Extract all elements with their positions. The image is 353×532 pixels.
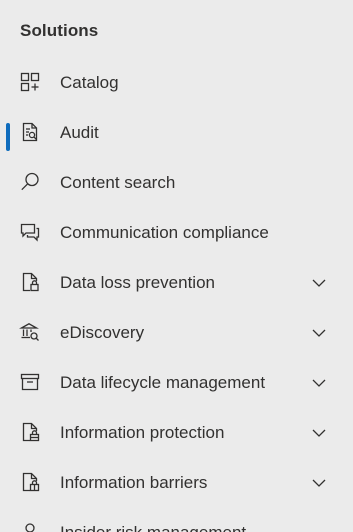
solutions-nav: Solutions Catalog Audit Content search C… — [0, 0, 353, 532]
chevron-down-icon[interactable] — [310, 324, 328, 342]
person-icon — [19, 521, 41, 532]
chevron-down-icon[interactable] — [310, 424, 328, 442]
search-icon — [19, 171, 41, 193]
sidebar-item-catalog[interactable]: Catalog — [0, 57, 353, 107]
sidebar-item-label: Information protection — [60, 423, 225, 442]
sidebar-item-insider-risk-management[interactable]: Insider risk management — [0, 507, 353, 532]
sidebar-item-ediscovery[interactable]: eDiscovery — [0, 307, 353, 357]
selection-indicator — [6, 123, 10, 151]
sidebar-item-content-search[interactable]: Content search — [0, 157, 353, 207]
sidebar-item-label: Insider risk management — [60, 523, 246, 532]
sidebar-item-communication-compliance[interactable]: Communication compliance — [0, 207, 353, 257]
sidebar-item-label: Communication compliance — [60, 223, 269, 242]
sidebar-item-audit[interactable]: Audit — [0, 107, 353, 157]
sidebar-item-data-loss-prevention[interactable]: Data loss prevention — [0, 257, 353, 307]
sidebar-item-label: Data lifecycle management — [60, 373, 266, 392]
chevron-down-icon[interactable] — [310, 274, 328, 292]
sidebar-item-label: Audit — [60, 123, 99, 142]
sidebar-item-label: Data loss prevention — [60, 273, 215, 292]
chat-icon — [19, 221, 41, 243]
selection-indicator — [6, 273, 10, 301]
selection-indicator — [6, 423, 10, 451]
sidebar-item-label: Catalog — [60, 73, 119, 92]
nav-list: Catalog Audit Content search Communicati… — [0, 57, 353, 532]
barrier-document-icon — [19, 471, 41, 493]
sidebar-item-information-protection[interactable]: Information protection — [0, 407, 353, 457]
audit-icon — [19, 121, 41, 143]
selection-indicator — [6, 523, 10, 532]
protected-document-icon — [19, 421, 41, 443]
sidebar-item-label: Information barriers — [60, 473, 208, 492]
selection-indicator — [6, 73, 10, 101]
catalog-icon — [19, 71, 41, 93]
section-title: Solutions — [20, 21, 99, 40]
sidebar-item-information-barriers[interactable]: Information barriers — [0, 457, 353, 507]
sidebar-item-data-lifecycle-management[interactable]: Data lifecycle management — [0, 357, 353, 407]
selection-indicator — [6, 373, 10, 401]
selection-indicator — [6, 473, 10, 501]
archive-icon — [19, 371, 41, 393]
chevron-down-icon[interactable] — [310, 474, 328, 492]
sidebar-item-label: Content search — [60, 173, 176, 192]
chevron-down-icon[interactable] — [310, 374, 328, 392]
selection-indicator — [6, 173, 10, 201]
lock-document-icon — [19, 271, 41, 293]
selection-indicator — [6, 223, 10, 251]
courthouse-icon — [19, 321, 41, 343]
selection-indicator — [6, 323, 10, 351]
sidebar-item-label: eDiscovery — [60, 323, 145, 342]
